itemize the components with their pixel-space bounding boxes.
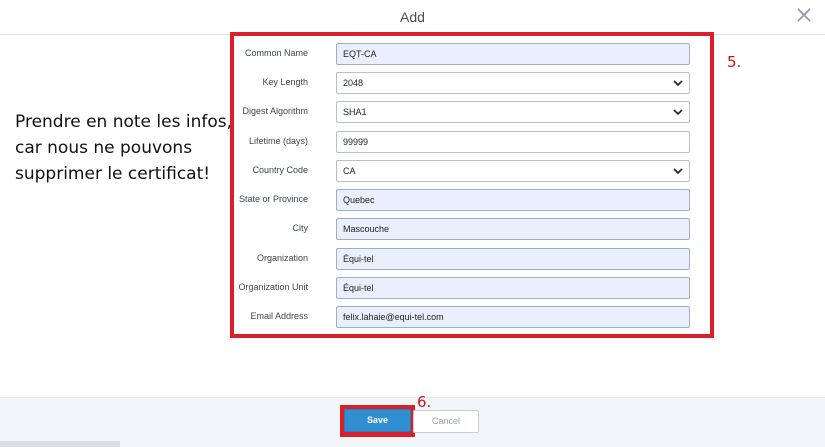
- city-input[interactable]: Mascouche: [336, 218, 690, 240]
- save-button[interactable]: Save: [344, 409, 411, 432]
- email-address-input[interactable]: felix.lahaie@equi-tel.com: [336, 306, 690, 328]
- annotation-note-line: car nous ne pouvons: [15, 138, 193, 158]
- form-row-email: Email Address felix.lahaie@equi-tel.com: [234, 306, 704, 328]
- field-label: Lifetime (days): [248, 136, 308, 146]
- form-row-key-length: Key Length 2048: [234, 72, 704, 94]
- form-row-organization-unit: Organization Unit Équi-tel: [234, 277, 704, 299]
- horizontal-scrollbar[interactable]: [0, 441, 120, 447]
- form-row-organization: Organization Équi-tel: [234, 248, 704, 270]
- field-label: Organization: [256, 253, 308, 263]
- organization-unit-input[interactable]: Équi-tel: [336, 277, 690, 299]
- annotation-note: Prendre en note les infos, car nous ne p…: [15, 109, 245, 187]
- field-label: Common Name: [244, 48, 308, 58]
- form-row-country-code: Country Code CA: [234, 160, 704, 182]
- cancel-button[interactable]: Cancel: [413, 410, 479, 433]
- chevron-down-icon: [673, 80, 683, 87]
- form-row-lifetime: Lifetime (days) 99999: [234, 131, 704, 153]
- digest-algorithm-select[interactable]: SHA1: [336, 101, 690, 123]
- state-province-input[interactable]: Quebec: [336, 189, 690, 211]
- organization-input[interactable]: Équi-tel: [336, 248, 690, 270]
- field-label: Digest Algorithm: [242, 106, 308, 116]
- field-label: Organization Unit: [238, 282, 308, 292]
- select-value: CA: [343, 166, 356, 176]
- add-dialog: Add Prendre en note les infos, car nous …: [0, 0, 825, 447]
- form-row-digest-algorithm: Digest Algorithm SHA1: [234, 101, 704, 123]
- form-row-city: City Mascouche: [234, 218, 704, 240]
- dialog-header: Add: [0, 0, 825, 35]
- country-code-select[interactable]: CA: [336, 160, 690, 182]
- field-label: Key Length: [262, 77, 308, 87]
- field-label: State or Province: [238, 194, 308, 204]
- select-value: SHA1: [343, 107, 367, 117]
- dialog-title: Add: [400, 9, 425, 25]
- step-label-save: 6.: [417, 393, 432, 411]
- form-row-common-name: Common Name EQT-CA: [234, 43, 704, 65]
- annotation-note-line: supprimer le certificat!: [15, 164, 211, 184]
- lifetime-input[interactable]: 99999: [336, 131, 690, 153]
- key-length-select[interactable]: 2048: [336, 72, 690, 94]
- field-label: City: [292, 223, 309, 233]
- form-row-state: State or Province Quebec: [234, 189, 704, 211]
- chevron-down-icon: [673, 109, 683, 116]
- annotation-note-line: Prendre en note les infos,: [15, 112, 232, 132]
- field-label: Country Code: [252, 165, 308, 175]
- step-label-form: 5.: [727, 53, 742, 71]
- close-icon[interactable]: [797, 8, 811, 22]
- chevron-down-icon: [673, 168, 683, 175]
- select-value: 2048: [343, 78, 364, 88]
- common-name-input[interactable]: EQT-CA: [336, 43, 690, 65]
- field-label: Email Address: [250, 311, 308, 321]
